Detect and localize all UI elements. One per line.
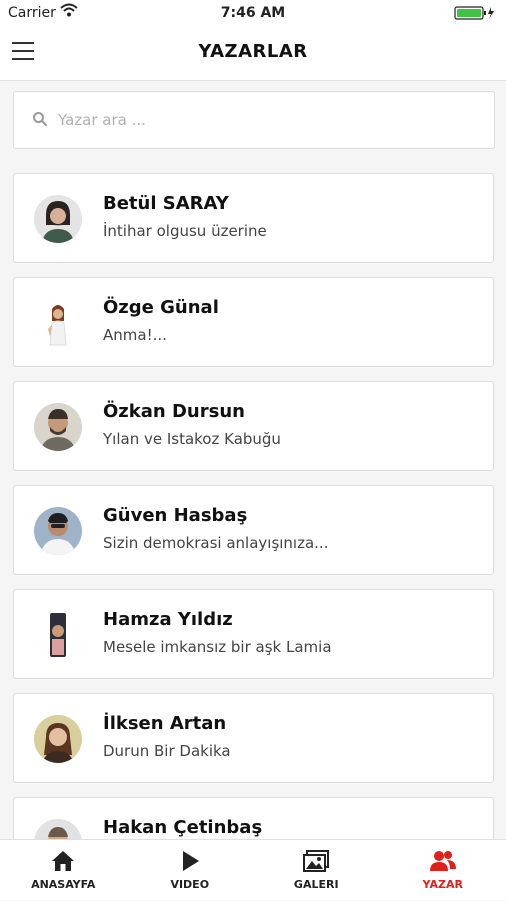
author-name: Özge Günal (103, 297, 219, 318)
tab-anasayfa[interactable]: ANASAYFA (0, 840, 127, 900)
tab-label: ANASAYFA (0, 878, 127, 891)
battery-icon (454, 6, 498, 20)
author-name: Özkan Dursun (103, 401, 245, 422)
tab-label: VIDEO (127, 878, 254, 891)
avatar (34, 611, 82, 659)
author-name: Hamza Yıldız (103, 609, 233, 630)
author-card[interactable]: Hamza Yıldız Mesele imkansız bir aşk Lam… (13, 589, 494, 679)
avatar (34, 507, 82, 555)
author-card[interactable]: Özge Günal Anma!... (13, 277, 494, 367)
author-card[interactable]: İlksen Artan Durun Bir Dakika (13, 693, 494, 783)
author-latest-article: Durun Bir Dakika (103, 742, 231, 760)
nav-bar: YAZARLAR (0, 26, 506, 81)
clock: 7:46 AM (0, 5, 506, 21)
tab-yazar[interactable]: YAZAR (380, 840, 506, 900)
search-input[interactable] (56, 106, 480, 134)
author-card[interactable]: Güven Hasbaş Sizin demokrasi anlayışınız… (13, 485, 494, 575)
author-latest-article: İntihar olgusu üzerine (103, 222, 267, 240)
author-name: Güven Hasbaş (103, 505, 247, 526)
search-box[interactable] (13, 91, 495, 149)
author-name: İlksen Artan (103, 713, 226, 734)
author-latest-article: Yılan ve Istakoz Kabuğu (103, 430, 281, 448)
author-latest-article: Sizin demokrasi anlayışınıza... (103, 534, 328, 552)
status-bar: Carrier 7:46 AM (0, 0, 506, 26)
page-title: YAZARLAR (0, 41, 506, 62)
avatar (34, 715, 82, 763)
author-name: Hakan Çetinbaş (103, 817, 262, 838)
tab-label: YAZAR (380, 878, 506, 891)
tab-label: GALERI (253, 878, 380, 891)
tab-galeri[interactable]: GALERI (253, 840, 380, 900)
author-card[interactable]: Betül SARAY İntihar olgusu üzerine (13, 173, 494, 263)
search-icon (32, 111, 48, 131)
tab-bar: ANASAYFA VIDEO GALERI YAZAR (0, 839, 506, 900)
avatar (34, 299, 82, 347)
avatar (34, 195, 82, 243)
author-latest-article: Anma!... (103, 326, 167, 344)
avatar (34, 403, 82, 451)
home-icon (0, 848, 127, 874)
gallery-icon (253, 848, 380, 874)
author-latest-article: Mesele imkansız bir aşk Lamia (103, 638, 332, 656)
play-icon (127, 848, 254, 874)
author-list: Betül SARAY İntihar olgusu üzerine Özge … (13, 173, 494, 901)
author-name: Betül SARAY (103, 193, 229, 214)
author-card[interactable]: Özkan Dursun Yılan ve Istakoz Kabuğu (13, 381, 494, 471)
tab-video[interactable]: VIDEO (127, 840, 254, 900)
authors-icon (380, 848, 506, 874)
